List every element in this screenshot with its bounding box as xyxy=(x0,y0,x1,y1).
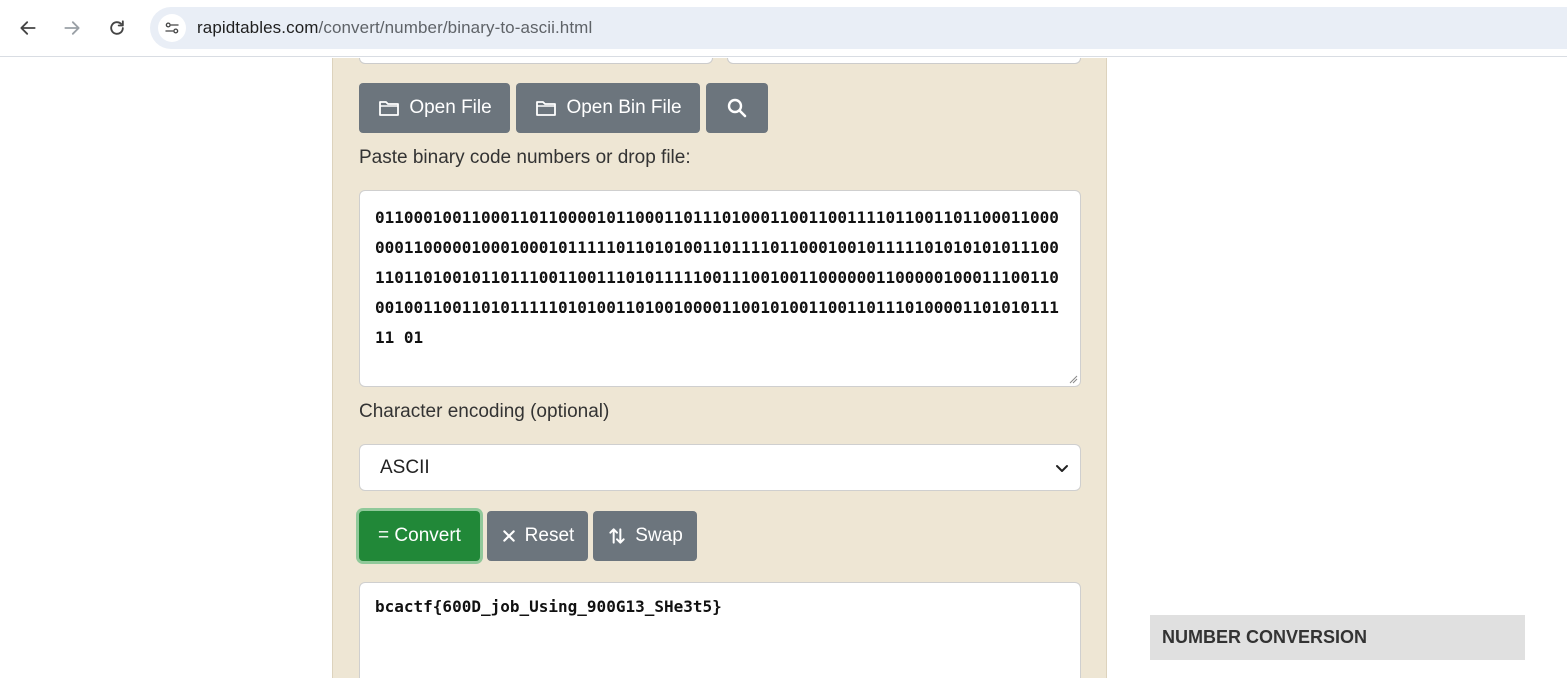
ascii-output-value: bcactf{600D_job_Using_900G13_SHe3t5} xyxy=(375,597,722,616)
encoding-selected: ASCII xyxy=(380,456,430,478)
browser-toolbar: rapidtables.com/convert/number/binary-to… xyxy=(0,0,1567,57)
folder-icon xyxy=(536,101,557,116)
encoding-label: Character encoding (optional) xyxy=(359,401,610,422)
converter-panel: Open File Open Bin File Paste binary cod… xyxy=(332,58,1107,678)
encoding-select[interactable]: ASCII xyxy=(359,444,1081,491)
top-field-left[interactable] xyxy=(359,58,713,64)
search-icon xyxy=(727,98,747,118)
top-field-right[interactable] xyxy=(727,58,1081,64)
url-text: rapidtables.com/convert/number/binary-to… xyxy=(197,18,592,38)
arrow-left-icon xyxy=(20,21,36,35)
swap-label: Swap xyxy=(635,525,683,546)
swap-button[interactable]: Swap xyxy=(593,511,697,561)
swap-arrows-icon xyxy=(609,528,625,544)
input-label: Paste binary code numbers or drop file: xyxy=(359,147,691,168)
forward-button[interactable] xyxy=(54,10,90,46)
reload-button[interactable] xyxy=(99,10,135,46)
page-content: Open File Open Bin File Paste binary cod… xyxy=(0,58,1567,678)
search-button[interactable] xyxy=(706,83,768,133)
chevron-down-icon xyxy=(1056,465,1068,472)
close-icon xyxy=(502,530,515,542)
binary-input[interactable]: 0110001001100011011000010110001101110100… xyxy=(359,190,1081,387)
url-path: /convert/number/binary-to-ascii.html xyxy=(318,18,593,37)
address-bar[interactable]: rapidtables.com/convert/number/binary-to… xyxy=(150,7,1567,49)
sidebar-heading-text: NUMBER CONVERSION xyxy=(1162,627,1368,647)
site-info-icon[interactable] xyxy=(158,14,186,42)
resize-handle-icon[interactable] xyxy=(1068,374,1078,384)
back-button[interactable] xyxy=(10,10,46,46)
ascii-output[interactable]: bcactf{600D_job_Using_900G13_SHe3t5} xyxy=(359,582,1081,678)
open-file-button[interactable]: Open File xyxy=(359,83,510,133)
url-domain: rapidtables.com xyxy=(197,18,319,37)
open-bin-file-label: Open Bin File xyxy=(566,97,682,118)
arrow-right-icon xyxy=(64,21,80,35)
open-bin-file-button[interactable]: Open Bin File xyxy=(516,83,700,133)
folder-icon xyxy=(379,101,400,116)
reload-icon xyxy=(110,20,124,35)
reset-label: Reset xyxy=(524,525,575,546)
reset-button[interactable]: Reset xyxy=(487,511,588,561)
sidebar-heading: NUMBER CONVERSION xyxy=(1150,615,1525,660)
convert-button[interactable]: = Convert xyxy=(359,511,480,561)
binary-input-value: 0110001001100011011000010110001101110100… xyxy=(375,208,1059,347)
open-file-label: Open File xyxy=(409,97,492,118)
convert-label: = Convert xyxy=(378,525,461,546)
